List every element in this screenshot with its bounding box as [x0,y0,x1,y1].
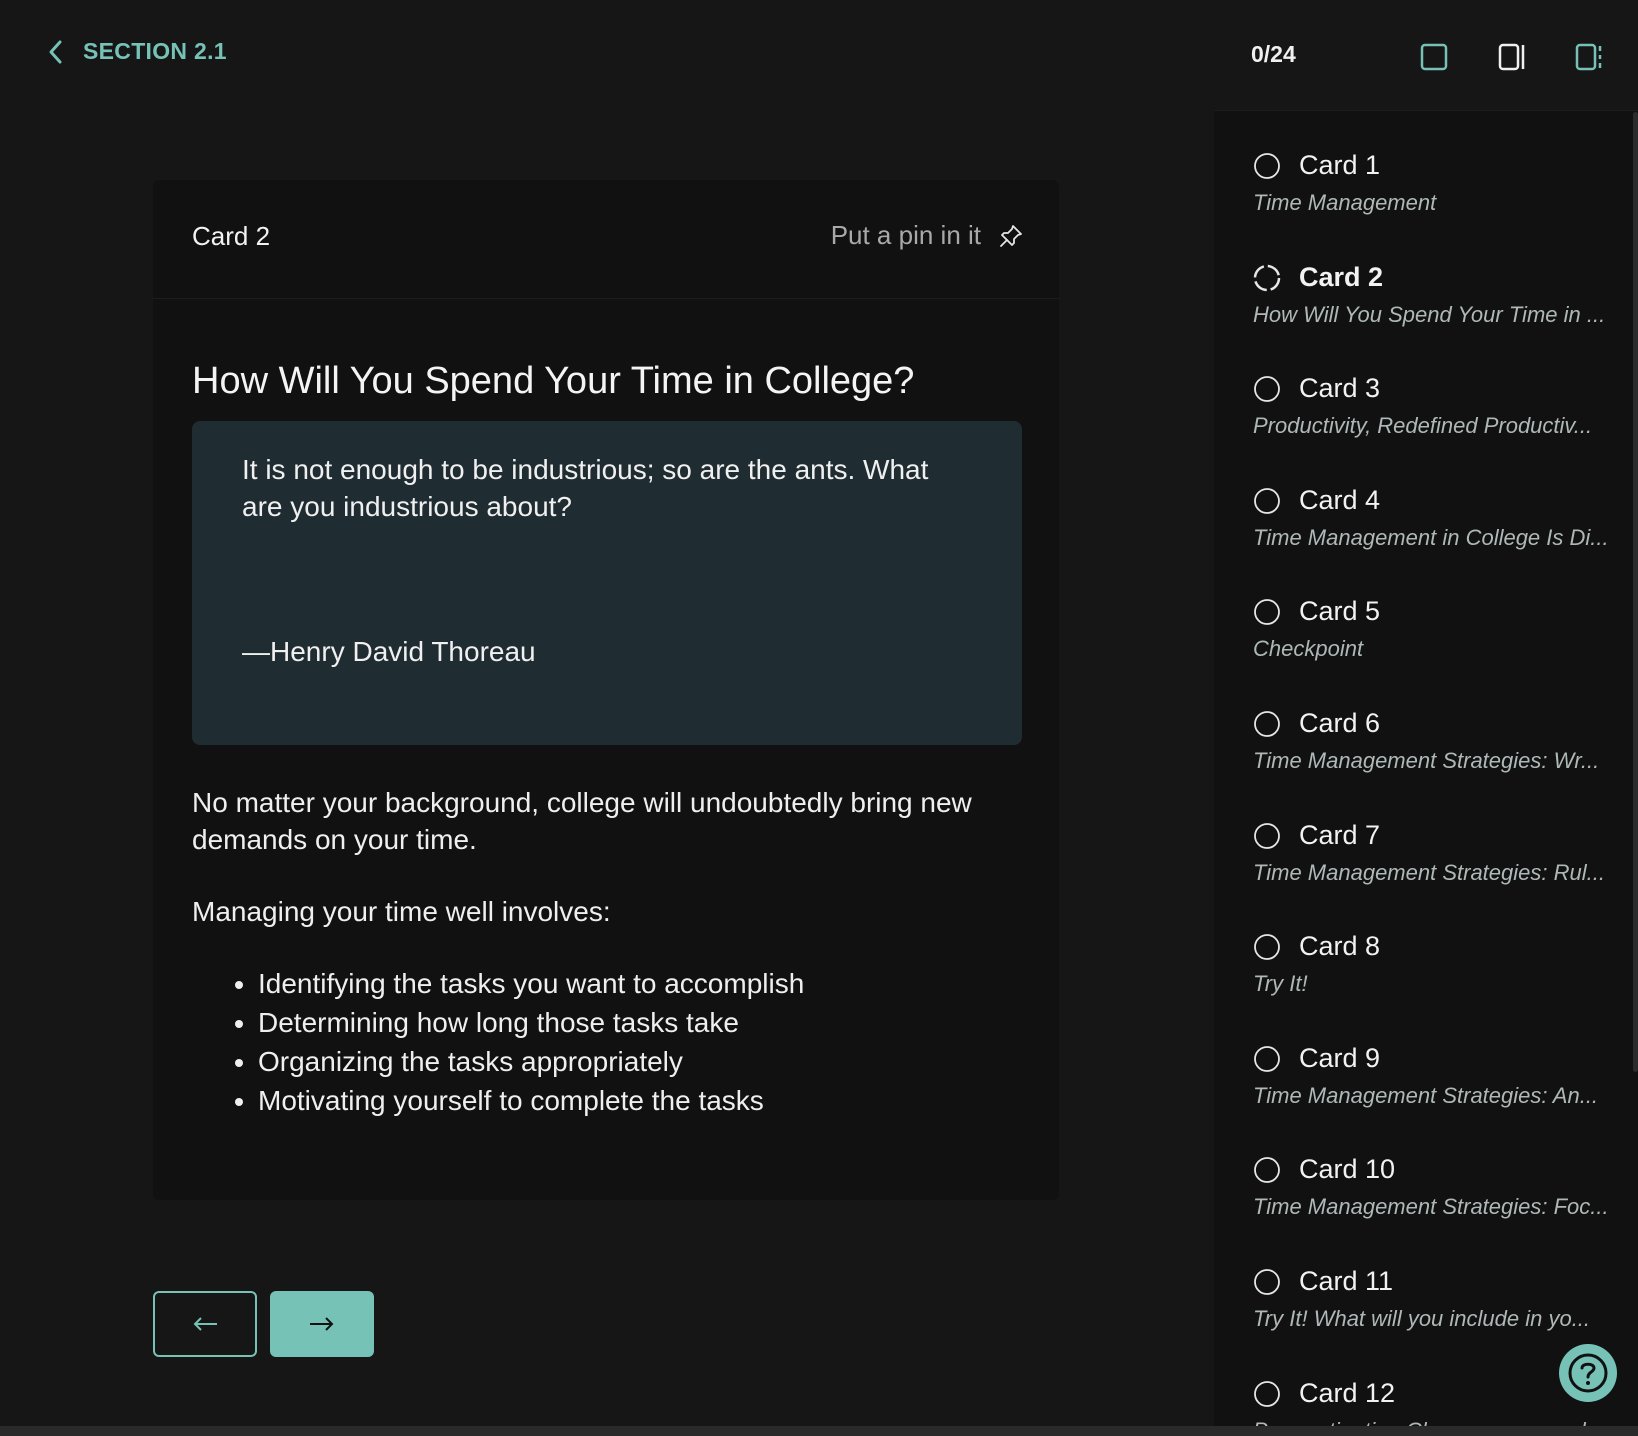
quote-box: It is not enough to be industrious; so a… [192,421,1022,745]
content-card: Card 2 Put a pin in it How Will You Spen… [153,180,1059,1200]
sidebar-card-item[interactable]: Card 4 Time Management in College Is Di..… [1253,455,1613,555]
sidebar-scrollbar[interactable] [1633,112,1638,1072]
sidebar-card-subtitle: Checkpoint [1253,636,1364,662]
sidebar-card-label: Card 7 [1299,819,1381,850]
sidebar-card-subtitle: Time Management Strategies: An... [1253,1082,1599,1108]
sidebar-card-subtitle: Try It! What will you include in yo... [1253,1306,1591,1331]
incomplete-circle-icon [1254,1045,1280,1072]
sidebar-card-item[interactable]: Card 3 Productivity, Redefined Productiv.… [1253,343,1613,443]
sidebar-card-label: Card 4 [1299,484,1381,515]
sidebar-card-label: Card 12 [1299,1377,1396,1408]
sidebar-card-subtitle: Time Management in College Is Di... [1253,524,1609,550]
next-card-button[interactable] [270,1291,374,1357]
incomplete-circle-icon [1254,376,1280,403]
body-paragraph: Managing your time well involves: [192,896,611,927]
sidebar-card-item[interactable]: Card 11 Try It! What will you include in … [1253,1236,1613,1336]
incomplete-circle-icon [1254,599,1280,626]
single-view-icon[interactable] [1419,42,1449,72]
chevron-left-icon [49,40,62,63]
section-label: SECTION 2.1 [83,38,227,64]
bullet-list: Identifying the tasks you want to accomp… [192,964,1022,1120]
card-body: No matter your background, college will … [192,784,1022,1120]
incomplete-circle-icon [1254,711,1280,737]
progress-count: 0/24 [1251,41,1296,67]
arrow-right-icon [310,1317,334,1331]
sidebar-card-label: Card 5 [1299,596,1381,627]
sidebar-card-item[interactable]: Card 8 Try It! [1253,901,1613,1001]
incomplete-circle-icon [1254,934,1280,961]
pin-label: Put a pin in it [830,220,981,250]
sidebar-card-label: Card 11 [1299,1266,1394,1296]
pin-button[interactable]: Put a pin in it [831,220,1023,251]
card-title: How Will You Spend Your Time in College? [192,360,915,403]
sidebar-card-subtitle: Productivity, Redefined Productiv... [1253,413,1593,439]
incomplete-circle-icon [1254,1157,1280,1184]
incomplete-circle-icon [1254,487,1280,514]
sidebar-card-subtitle: Procrastination Chances are good... [1253,1418,1609,1426]
sidebar-card-label: Card 6 [1299,708,1381,738]
incomplete-circle-icon [1254,153,1280,179]
sidebar-card-subtitle: Time Management [1253,190,1437,215]
sidebar-card-label: Card 2 [1299,261,1384,292]
sidebar-card-subtitle: Time Management Strategies: Foc... [1253,1194,1609,1220]
sidebar-card-subtitle: Try It! [1253,971,1308,997]
sidebar-card-subtitle: Time Management Strategies: Rul... [1253,859,1605,885]
sidebar-card-item[interactable]: Card 2 How Will You Spend Your Time in ..… [1253,232,1613,332]
question-icon [1568,1353,1608,1393]
incomplete-circle-icon [1254,822,1280,849]
sidebar-card-label: Card 10 [1299,1154,1396,1185]
sidebar-card-item[interactable]: Card 10 Time Management Strategies: Foc..… [1253,1124,1613,1224]
sidebar-card-item[interactable]: Card 6 Time Management Strategies: Wr... [1253,678,1613,778]
sidebar-card-item[interactable]: Card 9 Time Management Strategies: An... [1253,1013,1613,1113]
sidebar-card-item[interactable]: Card 5 Checkpoint [1253,566,1613,666]
list-item: Organizing the tasks appropriately [258,1042,1022,1081]
card-sidebar: 0/24 Card 1 Time Management Card 2 How Will… [1214,0,1638,1426]
sidebar-card-item[interactable]: Card 12 Procrastination Chances are good.… [1253,1348,1613,1426]
pushpin-icon [1000,224,1022,247]
card-list: Card 1 Time Management Card 2 How Will You … [1214,112,1638,1426]
arrow-left-icon [193,1317,217,1331]
previous-card-button[interactable] [153,1291,257,1357]
current-status-icon [1253,264,1281,291]
sidebar-card-subtitle: Time Management Strategies: Wr... [1253,748,1600,773]
bottom-bar [0,1426,1638,1436]
list-item: Identifying the tasks you want to accomp… [258,964,1022,1003]
split-view-icon[interactable] [1497,42,1527,72]
body-paragraph: No matter your background, college will … [192,787,972,855]
incomplete-circle-icon [1254,1380,1280,1407]
help-button[interactable] [1559,1344,1617,1402]
sidebar-card-item[interactable]: Card 1 Time Management [1253,120,1613,220]
quote-author: —Henry David Thoreau [242,636,536,667]
sidebar-view-icon[interactable] [1574,42,1604,72]
card-number: Card 2 [192,221,271,251]
list-item: Determining how long those tasks take [258,1003,1022,1042]
sidebar-card-label: Card 9 [1299,1042,1381,1073]
incomplete-circle-icon [1254,1269,1280,1295]
top-bar: SECTION 2.1 [0,0,1214,110]
list-item: Motivating yourself to complete the task… [258,1081,1022,1120]
sidebar-card-label: Card 3 [1299,373,1381,404]
sidebar-card-subtitle: How Will You Spend Your Time in ... [1253,301,1606,327]
sidebar-card-item[interactable]: Card 7 Time Management Strategies: Rul... [1253,790,1613,890]
quote-text: It is not enough to be industrious; so a… [242,454,929,522]
sidebar-card-label: Card 8 [1299,931,1381,962]
sidebar-card-label: Card 1 [1299,150,1381,180]
sidebar-header: 0/24 [1214,0,1638,111]
back-to-section-link[interactable]: SECTION 2.1 [45,38,227,65]
card-header: Card 2 Put a pin in it [153,180,1059,299]
